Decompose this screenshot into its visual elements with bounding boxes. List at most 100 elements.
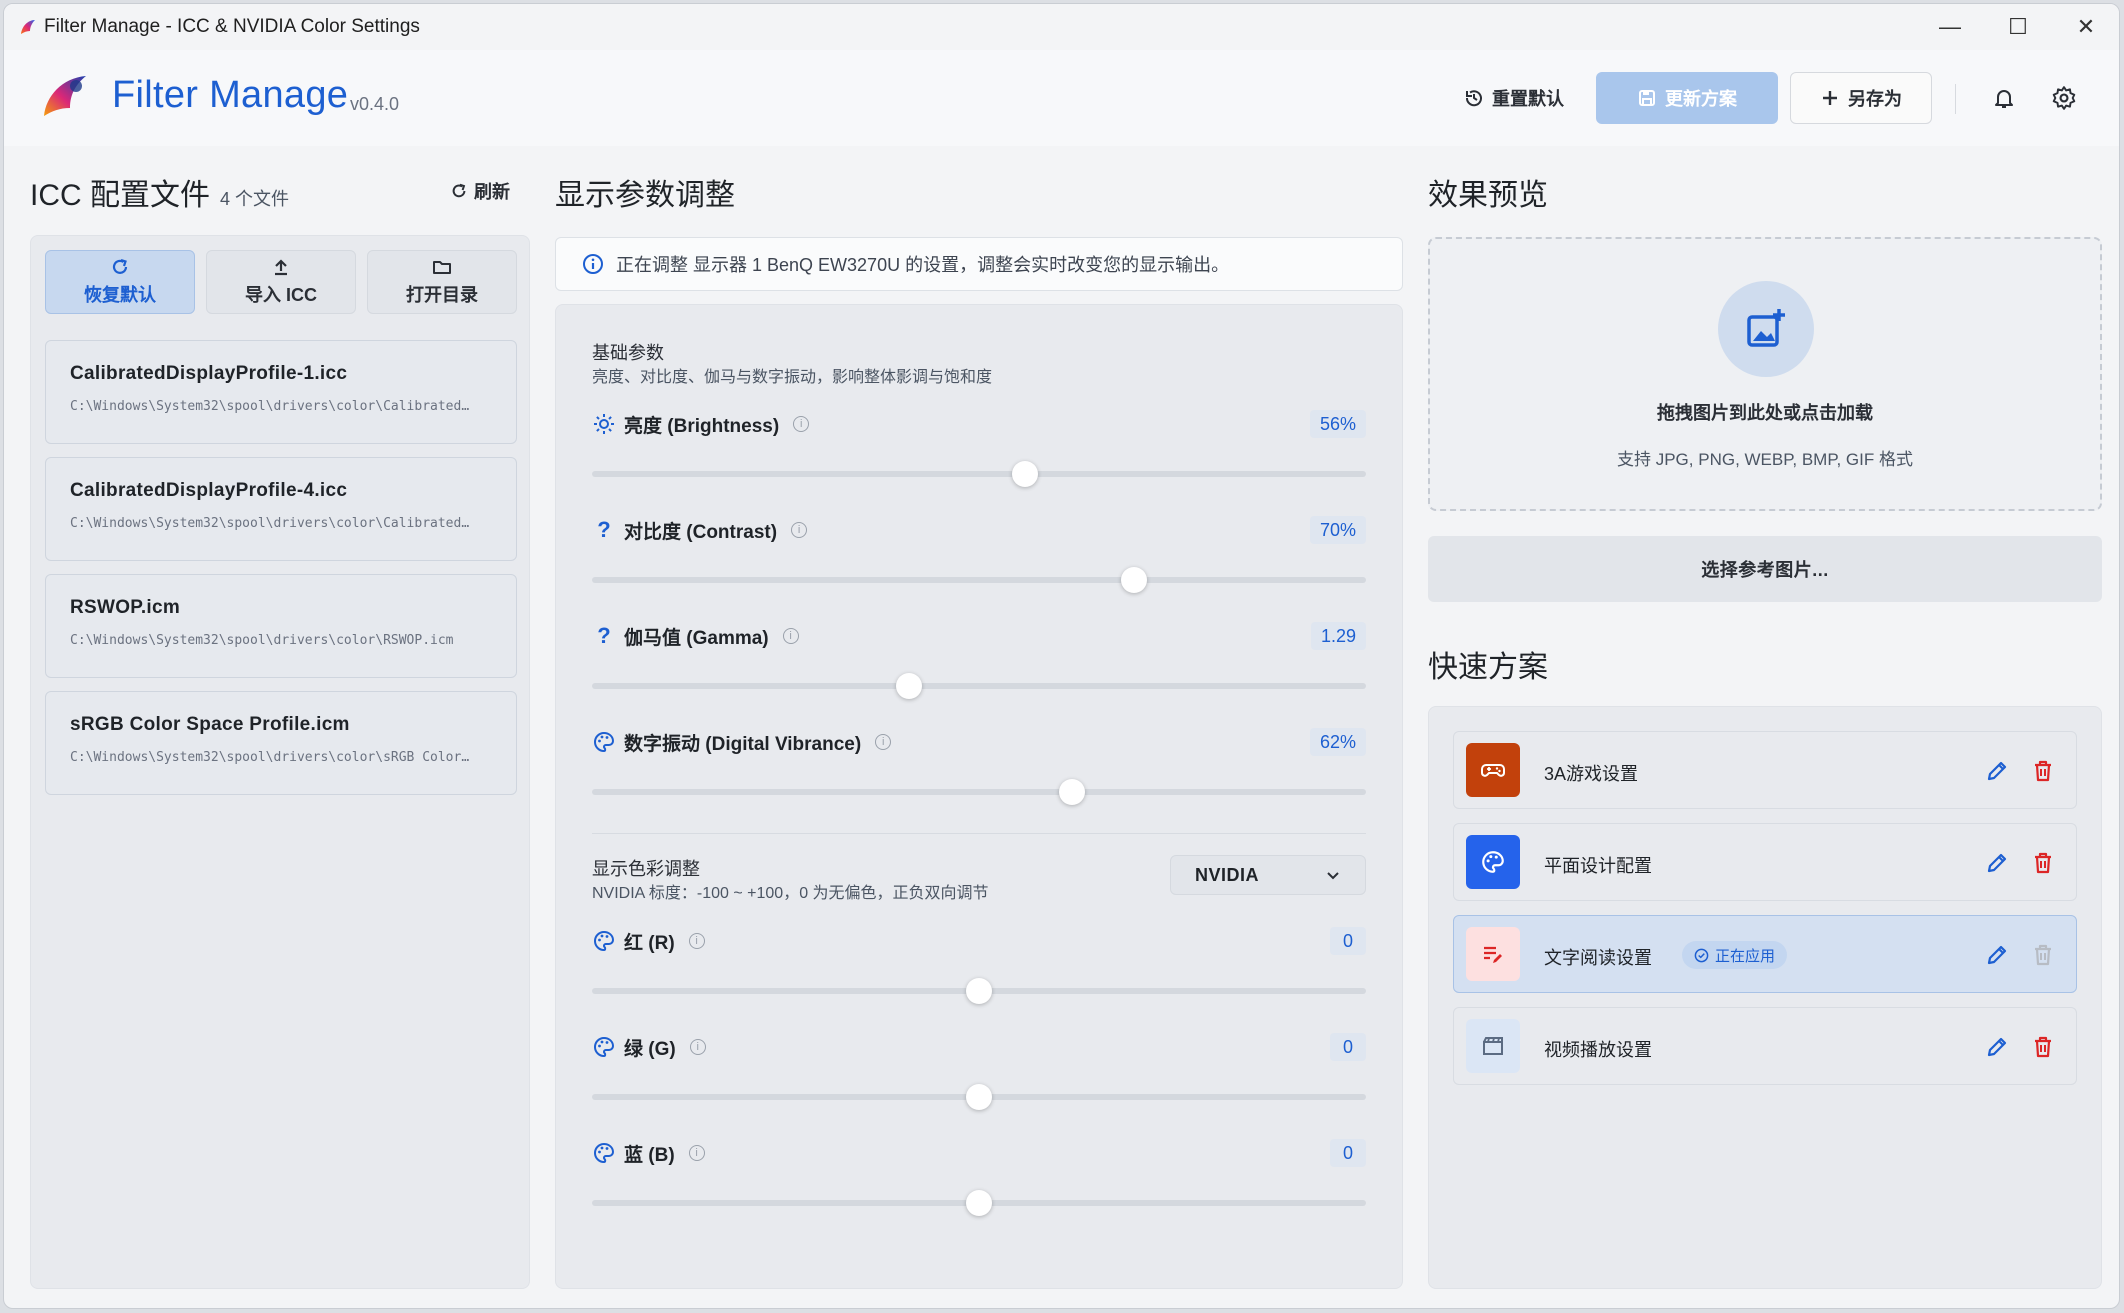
presets-panel-title: 快速方案: [1428, 651, 1548, 684]
brightness-slider-thumb[interactable]: [1012, 461, 1039, 487]
info-text: 正在调整 显示器 1 BenQ EW3270U 的设置，调整会实时改变您的显示输…: [616, 255, 1230, 275]
palette-icon: [592, 1035, 616, 1059]
preset-item-reading[interactable]: 文字阅读设置 正在应用: [1453, 915, 2077, 993]
gamma-row: ? 伽马值 (Gamma) i 1.29: [592, 622, 1366, 732]
save-icon: [1639, 90, 1655, 106]
gamepad-icon: [1466, 743, 1520, 797]
update-preset-button[interactable]: 更新方案: [1596, 72, 1778, 124]
save-as-button[interactable]: 另存为: [1790, 72, 1932, 124]
info-icon[interactable]: i: [689, 1039, 706, 1055]
profile-name: CalibratedDisplayProfile-1.icc: [70, 363, 348, 384]
settings-button[interactable]: [2046, 80, 2082, 116]
trash-icon[interactable]: [2030, 758, 2056, 784]
contrast-value: 70%: [1309, 516, 1366, 544]
brand-name: Filter Manage: [112, 74, 349, 116]
folder-icon: [433, 261, 451, 274]
restore-default-label: 恢复默认: [84, 285, 156, 305]
icc-profile-item[interactable]: sRGB Color Space Profile.icm C:\Windows\…: [45, 691, 517, 795]
close-icon: ✕: [2076, 14, 2096, 39]
vibrance-slider-track[interactable]: [592, 789, 1366, 795]
refresh-label: 刷新: [474, 182, 510, 202]
upload-icon: [275, 259, 287, 276]
maximize-button[interactable]: ☐: [1984, 4, 2052, 50]
red-slider-thumb[interactable]: [966, 978, 992, 1004]
display-params-panel: 基础参数 亮度、对比度、伽马与数字振动，影响整体影调与饱和度 亮度 (Brigh…: [555, 304, 1403, 1289]
question-icon: ?: [597, 623, 611, 648]
trash-icon[interactable]: [2030, 850, 2056, 876]
profile-name: RSWOP.icm: [70, 597, 181, 618]
app-header: Filter Manage v0.4.0 重置默认 更新方案 另存为: [4, 50, 2119, 146]
icc-profile-item[interactable]: CalibratedDisplayProfile-1.icc C:\Window…: [45, 340, 517, 444]
gamma-slider-track[interactable]: [592, 683, 1366, 689]
info-icon[interactable]: i: [791, 522, 808, 538]
blue-row: 蓝 (B) i 0: [592, 1139, 1366, 1249]
notifications-button[interactable]: [1986, 80, 2022, 116]
color-scale-select[interactable]: NVIDIA: [1170, 855, 1366, 895]
vibrance-label: 数字振动 (Digital Vibrance) i: [592, 728, 892, 756]
basic-section-title: 基础参数: [592, 343, 664, 363]
close-button[interactable]: ✕: [2052, 4, 2119, 50]
add-image-icon: [1718, 281, 1814, 377]
import-icc-button[interactable]: 导入 ICC: [206, 250, 356, 314]
vibrance-label-text: 数字振动 (Digital Vibrance): [624, 733, 862, 755]
palette-icon: [592, 730, 616, 754]
gamma-slider-thumb[interactable]: [896, 673, 923, 699]
preset-name: 视频播放设置: [1544, 1040, 1652, 1060]
plus-icon: [1823, 91, 1837, 105]
blue-slider-thumb[interactable]: [966, 1190, 992, 1216]
icc-profile-item[interactable]: CalibratedDisplayProfile-4.icc C:\Window…: [45, 457, 517, 561]
green-slider-thumb[interactable]: [966, 1084, 992, 1110]
contrast-slider-track[interactable]: [592, 577, 1366, 583]
pencil-icon[interactable]: [1984, 1034, 2010, 1060]
history-icon: [1465, 90, 1482, 107]
brightness-label: 亮度 (Brightness) i: [592, 410, 810, 438]
sun-icon: [592, 412, 616, 436]
info-icon[interactable]: i: [793, 416, 810, 432]
red-value: 0: [1330, 927, 1366, 955]
refresh-icon: [112, 258, 128, 274]
green-value: 0: [1330, 1033, 1366, 1061]
open-folder-button[interactable]: 打开目录: [367, 250, 517, 314]
pencil-icon[interactable]: [1984, 942, 2010, 968]
vibrance-value: 62%: [1309, 728, 1366, 756]
preset-item-graphic-design[interactable]: 平面设计配置: [1453, 823, 2077, 901]
icc-profile-panel: 恢复默认 导入 ICC 打开目录 CalibratedDisplayProfil…: [30, 235, 530, 1289]
preview-panel-title: 效果预览: [1428, 179, 1548, 212]
contrast-slider-thumb[interactable]: [1120, 567, 1147, 593]
palette-icon: [1466, 835, 1520, 889]
version-label: v0.4.0: [350, 94, 400, 114]
image-drop-zone[interactable]: 拖拽图片到此处或点击加载 支持 JPG, PNG, WEBP, BMP, GIF…: [1428, 237, 2102, 511]
trash-icon[interactable]: [2030, 1034, 2056, 1060]
choose-reference-image-button[interactable]: 选择参考图片...: [1428, 536, 2102, 602]
vibrance-slider-thumb[interactable]: [1058, 779, 1085, 805]
icc-profile-item[interactable]: RSWOP.icm C:\Windows\System32\spool\driv…: [45, 574, 517, 678]
restore-default-button[interactable]: 恢复默认: [45, 250, 195, 314]
icc-title-text: ICC 配置文件: [30, 179, 210, 212]
title-bar: Filter Manage - ICC & NVIDIA Color Setti…: [4, 4, 2119, 50]
drop-zone-formats: 支持 JPG, PNG, WEBP, BMP, GIF 格式: [1617, 450, 1913, 469]
refresh-icon: [452, 183, 466, 198]
pencil-icon[interactable]: [1984, 758, 2010, 784]
active-badge-label: 正在应用: [1715, 947, 1776, 965]
info-icon[interactable]: i: [782, 628, 799, 644]
profile-name: CalibratedDisplayProfile-4.icc: [70, 480, 348, 501]
save-as-label: 另存为: [1848, 89, 1902, 109]
brightness-value: 56%: [1309, 410, 1366, 438]
preset-item-video[interactable]: 视频播放设置: [1453, 1007, 2077, 1085]
minimize-button[interactable]: —: [1916, 4, 1984, 50]
info-icon[interactable]: i: [688, 933, 705, 949]
gear-icon: [2052, 86, 2076, 110]
pencil-icon[interactable]: [1984, 850, 2010, 876]
reset-default-button[interactable]: 重置默认: [1444, 72, 1584, 124]
gamma-label-text: 伽马值 (Gamma): [624, 627, 769, 649]
brightness-slider-track[interactable]: [592, 471, 1366, 477]
contrast-row: ? 对比度 (Contrast) i 70%: [592, 516, 1366, 626]
preset-item-gaming[interactable]: 3A游戏设置: [1453, 731, 2077, 809]
profile-path: C:\Windows\System32\spool\drivers\color\…: [70, 516, 470, 531]
info-icon[interactable]: i: [688, 1145, 705, 1161]
open-folder-label: 打开目录: [406, 285, 478, 305]
color-section-desc: NVIDIA 标度：-100 ~ +100，0 为无偏色，正负双向调节: [592, 885, 989, 902]
refresh-button[interactable]: 刷新: [450, 178, 510, 204]
blue-label-text: 蓝 (B): [624, 1144, 675, 1166]
info-icon[interactable]: i: [875, 734, 892, 750]
